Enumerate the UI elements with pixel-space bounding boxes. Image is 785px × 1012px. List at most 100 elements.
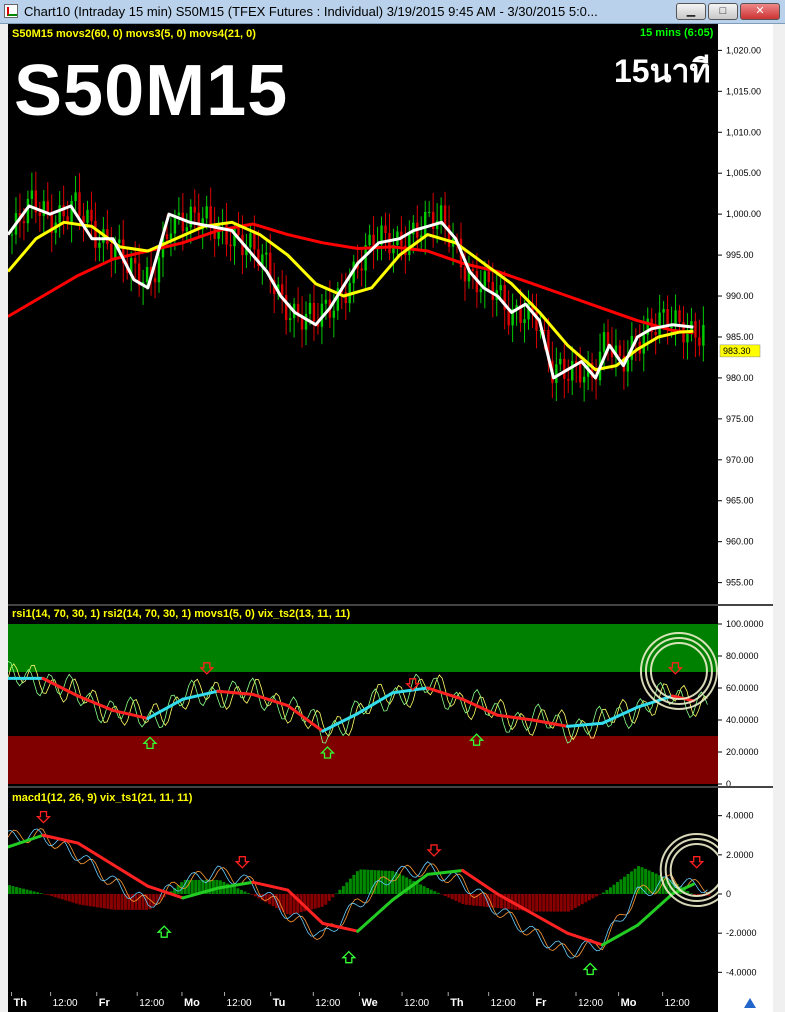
time-tick-label: Mo xyxy=(184,997,200,1009)
time-tick-label: Tu xyxy=(273,997,286,1009)
rsi-panel[interactable] xyxy=(8,604,718,786)
macd-histogram-bar xyxy=(556,894,560,912)
time-tick-label: Fr xyxy=(99,997,111,1009)
macd-histogram-bar xyxy=(78,894,82,905)
macd-histogram-bar xyxy=(570,894,574,911)
macd-histogram-bar xyxy=(239,889,243,894)
macd-histogram-bar xyxy=(25,889,29,894)
macd-histogram-bar xyxy=(331,894,335,898)
candle-body xyxy=(408,234,411,256)
macd-histogram-bar xyxy=(471,894,475,906)
vix-ts1-segment xyxy=(8,833,45,849)
macd-histogram-bar xyxy=(338,889,342,894)
axis-corner[interactable] xyxy=(718,992,773,1012)
candle-body xyxy=(463,267,467,282)
macd-histogram-bar xyxy=(232,886,236,894)
price-axis-ticks: 1,020.00 1,015.00 1,010.00 1,005.00 1,000.00… xyxy=(718,45,761,588)
candle-body xyxy=(308,302,312,314)
candle-body xyxy=(694,321,697,338)
macd-panel[interactable] xyxy=(8,788,718,992)
rsi-axis-ticks: 100.0000 80.0000 60.0000 40.0000 20.0000 0 xyxy=(718,619,764,786)
macd-histogram-bar xyxy=(355,871,359,894)
candle-body xyxy=(384,225,387,234)
macd-histogram-bar xyxy=(601,892,605,894)
candle-body xyxy=(324,299,328,304)
candle-body xyxy=(602,332,606,352)
axis-tick-label: -2.0000 xyxy=(726,928,757,938)
window-titlebar[interactable]: Chart10 (Intraday 15 min) S50M15 (TFEX F… xyxy=(0,0,785,24)
window-title: Chart10 (Intraday 15 min) S50M15 (TFEX F… xyxy=(24,4,598,19)
minimize-button[interactable]: ▁ xyxy=(676,3,706,20)
macd-histogram-bar xyxy=(457,894,461,903)
candle-body xyxy=(424,211,427,236)
macd-histogram-bar xyxy=(352,874,356,894)
macd-histogram-bar xyxy=(422,886,426,894)
drawing-tool-icon[interactable] xyxy=(718,992,773,1012)
axis-tick-label: 960.00 xyxy=(726,537,754,547)
candle-body xyxy=(22,221,26,224)
macd-histogram-bar xyxy=(436,892,440,894)
candle-body xyxy=(133,258,137,264)
candle-body xyxy=(567,379,570,381)
macd-histogram-bar xyxy=(102,894,106,909)
macd-histogram-bar xyxy=(366,869,370,894)
interval-label: 15 mins (6:05) xyxy=(640,27,714,39)
close-button[interactable]: ✕ xyxy=(740,3,780,20)
macd-histogram-bar xyxy=(109,894,113,910)
candle-body xyxy=(209,206,212,225)
time-tick-label: 12:00 xyxy=(491,998,516,1009)
candle-body xyxy=(427,211,431,213)
macd-histogram-bar xyxy=(542,894,546,912)
macd-histogram-bar xyxy=(619,879,623,894)
macd-histogram-bar xyxy=(88,894,92,907)
candle-body xyxy=(332,310,336,318)
candle-body xyxy=(487,271,490,282)
candle-body xyxy=(678,310,681,323)
macd-histogram-bar xyxy=(651,872,655,894)
macd-histogram-bar xyxy=(194,879,198,894)
candle-body xyxy=(523,319,526,324)
macd-histogram-bar xyxy=(57,894,61,899)
macd-histogram-bar xyxy=(587,894,591,901)
macd-histogram-bar xyxy=(594,894,598,897)
macd-histogram-bar xyxy=(324,894,328,905)
candle-body xyxy=(479,288,483,293)
rsi-zone xyxy=(8,624,718,672)
maximize-button[interactable]: □ xyxy=(708,3,738,20)
macd-histogram-bar xyxy=(605,889,609,894)
macd-histogram-bar xyxy=(250,894,254,895)
macd-histogram-bar xyxy=(99,894,103,908)
macd-histogram-bar xyxy=(623,876,627,894)
sell-arrow-icon xyxy=(35,810,52,824)
macd-histogram-bar xyxy=(478,894,482,907)
vix-ts2-segment xyxy=(181,689,220,701)
candle-body xyxy=(193,206,196,213)
macd-histogram-bar xyxy=(317,894,321,908)
axis-tick-label: 0 xyxy=(726,779,731,786)
rsi-zone xyxy=(8,736,718,784)
candle-body xyxy=(74,192,77,202)
macd-histogram-bar xyxy=(429,889,433,894)
macd-histogram-bar xyxy=(190,879,194,894)
candle-body xyxy=(185,227,189,232)
vix-ts1-segment xyxy=(426,869,465,876)
candle-body xyxy=(205,206,208,219)
vix-ts1-segment xyxy=(76,841,115,867)
macd-histogram-bar xyxy=(22,888,26,894)
macd-histogram-bar xyxy=(64,894,68,901)
macd-histogram-bar xyxy=(450,894,454,900)
candle-body xyxy=(388,233,391,254)
rsi-line xyxy=(8,663,708,741)
scrollbar[interactable] xyxy=(773,24,785,1012)
candle-body xyxy=(618,345,622,356)
macd-histogram-bar xyxy=(566,894,570,912)
macd-histogram-bar xyxy=(85,894,89,906)
candle-body xyxy=(559,358,562,365)
axis-tick-label: 1,005.00 xyxy=(726,168,761,178)
candle-body xyxy=(563,358,566,380)
candle-body xyxy=(78,192,81,216)
macd-histogram-bar xyxy=(531,894,535,912)
macd-histogram-bar xyxy=(152,894,156,907)
highlight-ring xyxy=(669,843,718,897)
candle-body xyxy=(582,376,586,383)
